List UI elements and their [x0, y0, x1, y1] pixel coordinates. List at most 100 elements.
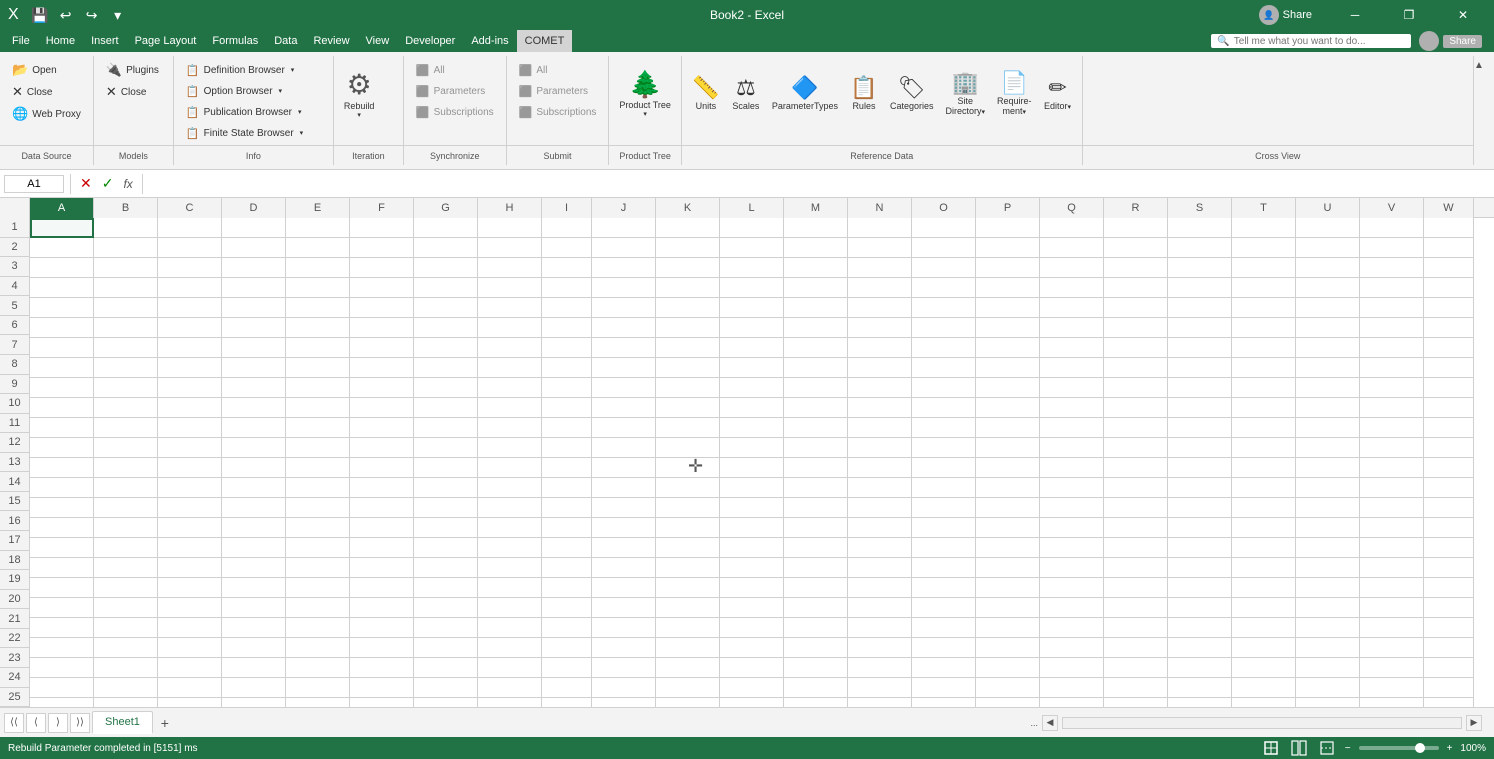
cell-T19[interactable] [1232, 578, 1296, 598]
cell-O16[interactable] [912, 518, 976, 538]
categories-button[interactable]: 🏷 Categories [886, 60, 938, 126]
cell-G13[interactable] [414, 458, 478, 478]
cell-K5[interactable] [656, 298, 720, 318]
cell-P13[interactable] [976, 458, 1040, 478]
cell-B19[interactable] [94, 578, 158, 598]
cell-L8[interactable] [720, 358, 784, 378]
cell-A10[interactable] [30, 398, 94, 418]
cell-L19[interactable] [720, 578, 784, 598]
cell-O4[interactable] [912, 278, 976, 298]
cell-Q23[interactable] [1040, 658, 1104, 678]
cell-F14[interactable] [350, 478, 414, 498]
cell-W6[interactable] [1424, 318, 1474, 338]
cell-Q11[interactable] [1040, 418, 1104, 438]
cell-N18[interactable] [848, 558, 912, 578]
cell-J17[interactable] [592, 538, 656, 558]
cell-O11[interactable] [912, 418, 976, 438]
menu-developer[interactable]: Developer [397, 30, 463, 52]
cell-Q17[interactable] [1040, 538, 1104, 558]
cell-T25[interactable] [1232, 698, 1296, 707]
cell-S14[interactable] [1168, 478, 1232, 498]
cell-F25[interactable] [350, 698, 414, 707]
cell-V18[interactable] [1360, 558, 1424, 578]
cell-H11[interactable] [478, 418, 542, 438]
cell-O22[interactable] [912, 638, 976, 658]
cell-M1[interactable] [784, 218, 848, 238]
cell-B10[interactable] [94, 398, 158, 418]
cell-Q13[interactable] [1040, 458, 1104, 478]
col-header-j[interactable]: J [592, 198, 656, 218]
cell-G19[interactable] [414, 578, 478, 598]
row-15[interactable]: 15 [0, 492, 29, 512]
cell-S3[interactable] [1168, 258, 1232, 278]
col-header-n[interactable]: N [848, 198, 912, 218]
cell-D3[interactable] [222, 258, 286, 278]
cell-I10[interactable] [542, 398, 592, 418]
cell-D8[interactable] [222, 358, 286, 378]
cell-J4[interactable] [592, 278, 656, 298]
cell-G17[interactable] [414, 538, 478, 558]
row-17[interactable]: 17 [0, 531, 29, 551]
cell-P25[interactable] [976, 698, 1040, 707]
cell-U14[interactable] [1296, 478, 1360, 498]
cell-J3[interactable] [592, 258, 656, 278]
col-header-b[interactable]: B [94, 198, 158, 218]
cell-A25[interactable] [30, 698, 94, 707]
cell-V10[interactable] [1360, 398, 1424, 418]
page-break-view-button[interactable] [1317, 740, 1337, 756]
cell-G22[interactable] [414, 638, 478, 658]
cell-E7[interactable] [286, 338, 350, 358]
cell-S10[interactable] [1168, 398, 1232, 418]
cell-L24[interactable] [720, 678, 784, 698]
cell-D24[interactable] [222, 678, 286, 698]
cell-I23[interactable] [542, 658, 592, 678]
cell-Q1[interactable] [1040, 218, 1104, 238]
cell-Q4[interactable] [1040, 278, 1104, 298]
row-16[interactable]: 16 [0, 511, 29, 531]
cell-W22[interactable] [1424, 638, 1474, 658]
menu-add-ins[interactable]: Add-ins [463, 30, 516, 52]
search-input[interactable] [1234, 36, 1394, 47]
cell-N14[interactable] [848, 478, 912, 498]
col-header-k[interactable]: K [656, 198, 720, 218]
cell-E17[interactable] [286, 538, 350, 558]
cell-K18[interactable] [656, 558, 720, 578]
cell-T13[interactable] [1232, 458, 1296, 478]
cell-K19[interactable] [656, 578, 720, 598]
cell-V4[interactable] [1360, 278, 1424, 298]
add-sheet-button[interactable]: + [155, 713, 175, 733]
save-button[interactable]: 💾 [29, 4, 51, 26]
cell-W2[interactable] [1424, 238, 1474, 258]
cell-K14[interactable] [656, 478, 720, 498]
cell-K23[interactable] [656, 658, 720, 678]
cell-E12[interactable] [286, 438, 350, 458]
rebuild-button[interactable]: ⚙ Rebuild ▾ [340, 60, 379, 126]
cell-I1[interactable] [542, 218, 592, 238]
cell-O15[interactable] [912, 498, 976, 518]
cell-R13[interactable] [1104, 458, 1168, 478]
sheet-nav-last[interactable]: ⟩⟩ [70, 713, 90, 733]
search-box[interactable] [1211, 34, 1411, 48]
cell-C17[interactable] [158, 538, 222, 558]
cell-I24[interactable] [542, 678, 592, 698]
cell-W9[interactable] [1424, 378, 1474, 398]
cell-H12[interactable] [478, 438, 542, 458]
cell-T4[interactable] [1232, 278, 1296, 298]
cell-L13[interactable] [720, 458, 784, 478]
close-models-button[interactable]: ✕ Close [100, 82, 165, 102]
cell-E15[interactable] [286, 498, 350, 518]
cell-Q21[interactable] [1040, 618, 1104, 638]
cell-G18[interactable] [414, 558, 478, 578]
cell-V7[interactable] [1360, 338, 1424, 358]
cell-N4[interactable] [848, 278, 912, 298]
cell-R22[interactable] [1104, 638, 1168, 658]
cell-D23[interactable] [222, 658, 286, 678]
cell-Q3[interactable] [1040, 258, 1104, 278]
menu-file[interactable]: File [4, 30, 38, 52]
col-header-g[interactable]: G [414, 198, 478, 218]
cell-L3[interactable] [720, 258, 784, 278]
cell-H13[interactable] [478, 458, 542, 478]
cell-B24[interactable] [94, 678, 158, 698]
col-header-c[interactable]: C [158, 198, 222, 218]
cell-V2[interactable] [1360, 238, 1424, 258]
